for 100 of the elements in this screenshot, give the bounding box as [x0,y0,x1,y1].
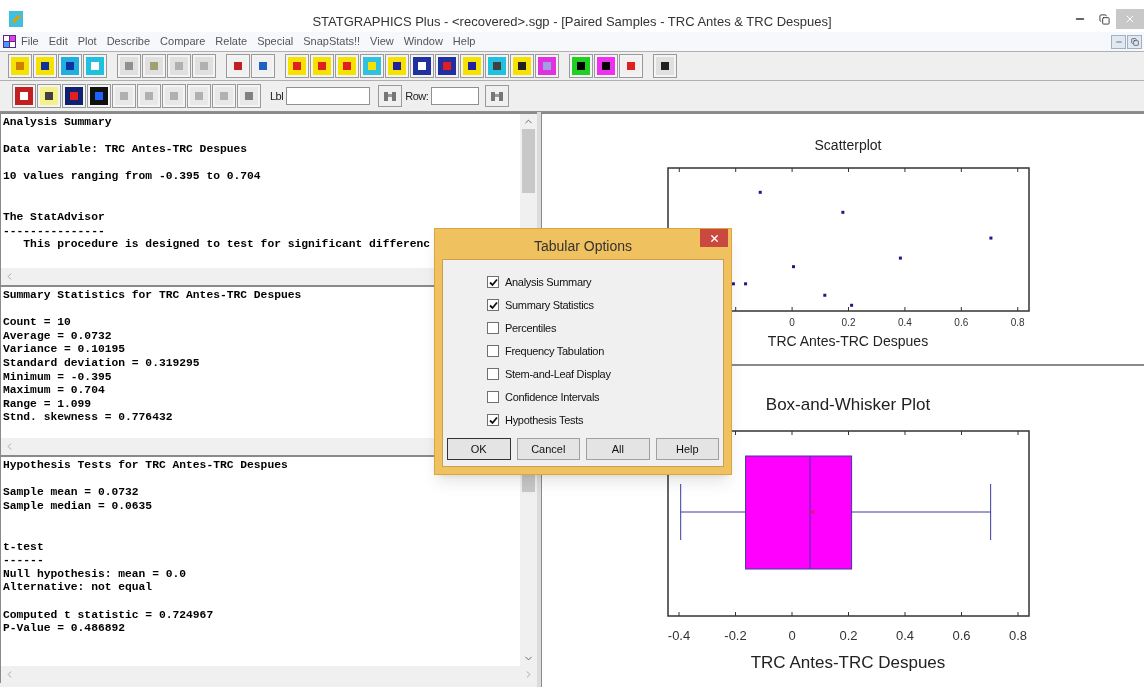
output-line: Average = 0.0732 [3,329,112,344]
mean-marker [811,510,815,514]
menu-item[interactable]: Window [398,33,448,50]
tick-label: 0.2 [839,628,858,643]
tool-icon [15,87,33,105]
toolbar-button[interactable] [37,84,61,108]
check-icon [488,300,498,310]
tick-label: 0 [789,317,795,328]
check-icon [488,277,498,287]
tool-icon [413,57,431,75]
checkbox[interactable] [487,322,499,334]
checkbox-label[interactable]: Frequency Tabulation [505,342,604,360]
data-point [850,303,854,307]
find-button[interactable] [378,85,403,107]
menu-item[interactable]: Edit [43,33,73,50]
output-line: Null hypothesis: mean = 0.0 [3,567,187,582]
menu-item[interactable]: View [365,33,399,50]
toolbar-button[interactable] [62,84,86,108]
menu-item[interactable]: File [16,33,44,50]
output-line: Summary Statistics for TRC Antes-TRC Despues [3,289,302,303]
toolbar-button[interactable] [87,84,111,108]
field-label: Row: [405,88,429,104]
dialog-button[interactable]: Cancel [516,438,580,460]
row-field[interactable] [431,87,480,105]
menu-item[interactable]: Describe [101,33,156,50]
checkbox[interactable] [487,299,499,311]
output-line: Alternative: not equal [3,581,153,595]
checkbox[interactable] [487,414,499,426]
restore-button[interactable] [1127,34,1142,49]
toolbar-button[interactable] [460,54,484,78]
output-line: Hypothesis Tests for TRC Antes-TRC Despues [3,459,288,473]
data-point [989,236,993,240]
data-point [898,256,902,260]
tool-icon [338,57,356,75]
label-field[interactable] [286,87,371,105]
checkbox-label[interactable]: Hypothesis Tests [505,411,584,429]
output-line: Maximum = 0.704 [3,384,105,398]
toolbar-button[interactable] [410,54,434,78]
toolbar-button[interactable] [594,54,618,78]
data-point [792,265,795,269]
toolbar-button[interactable] [485,54,509,78]
checkbox-label[interactable]: Percentiles [505,319,557,337]
output-line: t-test [3,540,44,555]
scrollbar-thumb[interactable] [522,129,535,193]
toolbar-button[interactable] [653,54,677,78]
menu-item[interactable]: Plot [72,33,102,50]
toolbar-button[interactable] [435,54,459,78]
axis-label: TRC Antes-TRC Despues [767,333,929,349]
dialog-button[interactable]: OK [447,438,511,460]
tool-icon [288,57,306,75]
menu-item[interactable]: Special [252,33,299,50]
toolbar-button[interactable] [569,54,593,78]
menu-item[interactable]: Compare [155,33,211,50]
checkbox-label[interactable]: Stem-and-Leaf Display [505,365,611,383]
output-line: Variance = 0.10195 [3,343,126,357]
find-button[interactable] [485,85,510,107]
tool-icon [190,87,208,105]
toolbar-button[interactable] [385,54,409,78]
checkbox[interactable] [487,345,499,357]
toolbar-button[interactable] [510,54,534,78]
checkbox-label[interactable]: Analysis Summary [505,273,592,291]
whisker [680,483,747,541]
tick-label: -0.2 [724,628,747,643]
output-line: Data variable: TRC Antes-TRC Despues [3,143,248,157]
toolbar-button[interactable] [58,54,82,78]
window-title: STATGRAPHICS Plus - <recovered>.sgp - [Paired Samples - TRC Antes & TRC Despues] [312,13,832,32]
output-line: Minimum = -0.395 [3,370,112,385]
output-line: 10 values ranging from -0.395 to 0.704 [3,170,261,184]
close-icon [708,232,720,244]
checkbox-label[interactable]: Summary Statistics [505,296,594,314]
menu-item[interactable]: SnapStats!! [298,33,366,50]
tick-label: 0.4 [897,317,912,328]
tool-icon [463,57,481,75]
chart-title: Box-and-Whisker Plot [765,395,931,414]
close-button[interactable] [700,229,728,247]
toolbar-button[interactable] [33,54,57,78]
dialog-button[interactable]: Help [655,438,719,460]
checkbox[interactable] [487,276,499,288]
output-line: Count = 10 [3,316,71,330]
tool-icon [40,87,58,105]
checkbox[interactable] [487,368,499,380]
tool-icon [656,57,674,75]
restore-icon [1130,37,1139,46]
tool-icon [488,57,506,75]
tool-icon [513,57,531,75]
menu-item[interactable]: Help [447,33,481,50]
restore-icon [1098,13,1110,25]
tool-icon [240,87,258,105]
field-label: Lbl [270,88,284,104]
tool-icon [11,57,29,75]
checkbox[interactable] [487,391,499,403]
data-point [841,210,845,214]
dialog-button[interactable]: All [586,438,650,460]
tick-label: 0.8 [1008,628,1028,643]
toolbar-button[interactable] [12,84,36,108]
data-point [758,190,762,194]
checkbox-label[interactable]: Confidence Intervals [505,388,600,406]
output-line: This procedure is designed to test for significant differenc [22,238,431,252]
app-icon [9,11,23,27]
menu-item[interactable]: Relate [210,33,253,50]
